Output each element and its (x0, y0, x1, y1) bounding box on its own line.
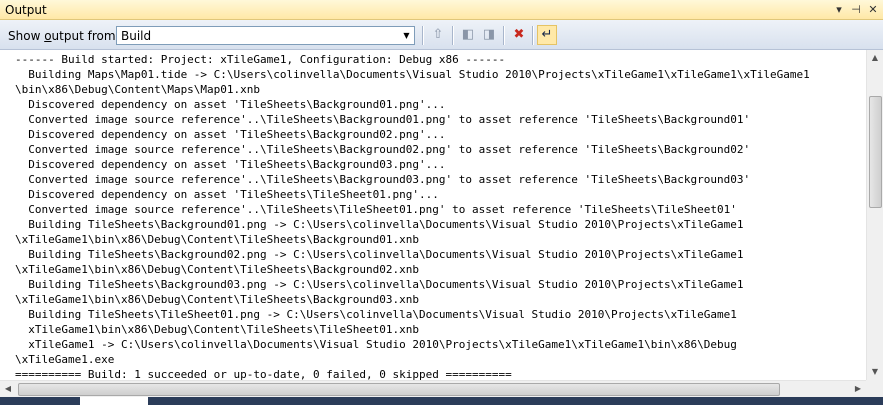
vertical-scrollbar[interactable]: ▲ ▼ (866, 50, 883, 380)
output-source-value: Build (121, 29, 152, 43)
toolbar-separator (452, 26, 454, 45)
scroll-down-icon[interactable]: ▼ (867, 364, 883, 380)
toolbar-separator (422, 26, 424, 45)
toolbar-separator (532, 26, 534, 45)
horizontal-scrollbar[interactable]: ◀ ▶ (0, 380, 866, 397)
scroll-left-icon[interactable]: ◀ (0, 381, 16, 397)
bottom-edge (0, 397, 883, 405)
clear-all-icon[interactable]: ✖ (509, 25, 529, 45)
show-output-from-label: Show output from: (8, 29, 120, 43)
scrollbar-corner (866, 380, 883, 397)
dropdown-arrow-icon[interactable]: ▾ (831, 1, 847, 18)
find-message-in-code-icon[interactable]: ◧ (458, 25, 478, 45)
output-text-area[interactable]: ------ Build started: Project: xTileGame… (0, 50, 866, 380)
chevron-down-icon[interactable]: ▼ (399, 27, 414, 44)
toolbar-separator (503, 26, 505, 45)
pin-icon[interactable]: ⊣ (848, 1, 864, 18)
horizontal-scroll-thumb[interactable] (18, 383, 780, 396)
scroll-up-icon[interactable]: ▲ (867, 50, 883, 66)
output-window: Output ▾ ⊣ ✕ Show output from: Build ▼ ⇧… (0, 0, 883, 405)
output-source-select[interactable]: Build ▼ (116, 26, 415, 45)
go-to-previous-message-icon[interactable]: ⇧ (428, 25, 448, 45)
close-icon[interactable]: ✕ (865, 1, 881, 18)
vertical-scroll-thumb[interactable] (869, 96, 882, 208)
output-log-text[interactable]: ------ Build started: Project: xTileGame… (0, 50, 866, 380)
active-tab-edge (80, 397, 148, 405)
scroll-right-icon[interactable]: ▶ (850, 381, 866, 397)
output-toolbar: Show output from: Build ▼ ⇧ ◧ ◨ ✖ ↵ (0, 20, 883, 50)
output-title-bar[interactable]: Output ▾ ⊣ ✕ (0, 0, 883, 20)
window-title: Output (5, 3, 47, 17)
go-to-next-message-icon[interactable]: ◨ (479, 25, 499, 45)
toggle-word-wrap-icon[interactable]: ↵ (537, 25, 557, 45)
